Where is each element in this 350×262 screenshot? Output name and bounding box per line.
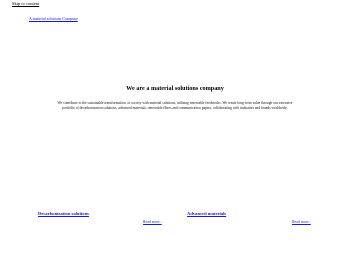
page: Skip to content A material solutions Com…: [0, 0, 350, 262]
read-more-link-advanced-materials[interactable]: Read more ›: [292, 220, 311, 224]
hero-title: We are a material solutions company: [126, 85, 224, 92]
card-title-advanced-materials[interactable]: Advanced materials: [187, 211, 226, 216]
company-logo-link[interactable]: A material solutions Company: [29, 16, 78, 21]
read-more-link-decarbonization[interactable]: Read more ›: [143, 220, 162, 224]
skip-to-content-link[interactable]: Skip to content: [12, 1, 39, 6]
card-title-decarbonization-solutions[interactable]: Decarbonization solutions: [38, 211, 89, 216]
hero-description: We contribute to the sustainable transfo…: [57, 101, 293, 111]
